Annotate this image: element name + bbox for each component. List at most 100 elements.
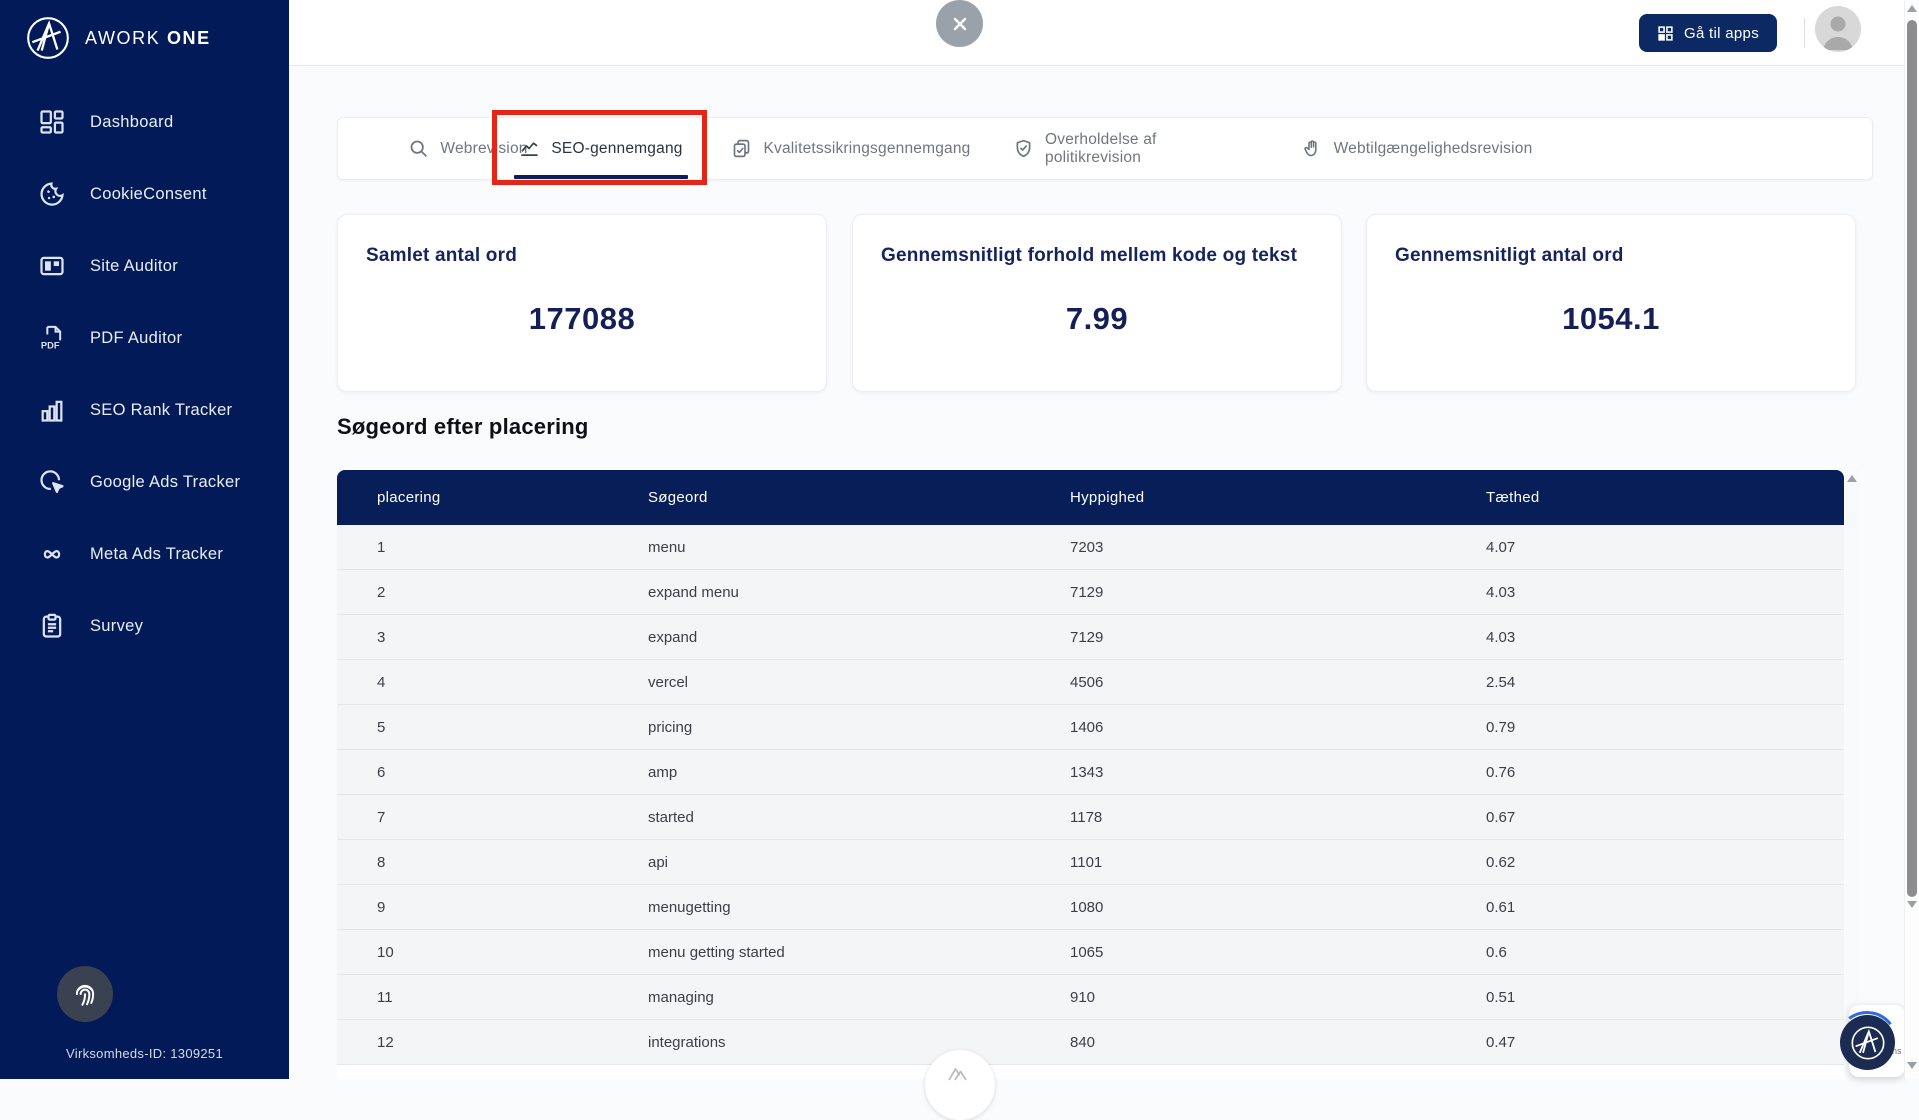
table-row[interactable]: 9 menugetting 1080 0.61 <box>337 885 1844 930</box>
go-to-apps-button[interactable]: Gå til apps <box>1639 14 1777 52</box>
cell-placering: 7 <box>377 809 648 826</box>
awork-circle-logo-icon <box>24 14 72 62</box>
cell-sogeord: menu <box>648 539 1070 556</box>
table-row[interactable]: 10 menu getting started 1065 0.6 <box>337 930 1844 975</box>
bar-chart-icon <box>38 396 66 424</box>
cell-taethed: 2.54 <box>1486 674 1844 691</box>
table-scrollbar[interactable] <box>1846 470 1859 1079</box>
table-row[interactable]: 3 expand 7129 4.03 <box>337 615 1844 660</box>
pdf-document-icon: PDF <box>38 324 66 352</box>
sidebar-item-label: Survey <box>90 617 143 636</box>
cell-placering: 9 <box>377 899 648 916</box>
sidebar-item-label: Google Ads Tracker <box>90 473 240 492</box>
tab-kvalitetssikringsgennemgang[interactable]: Kvalitetssikringsgennemgang <box>731 118 971 179</box>
scroll-up-arrow-icon[interactable] <box>1907 5 1917 12</box>
sidebar-item-label: CookieConsent <box>90 185 207 204</box>
scrollbar-thumb[interactable] <box>1907 20 1917 897</box>
line-chart-icon <box>519 138 540 159</box>
sidebar-item-label: Meta Ads Tracker <box>90 545 223 564</box>
company-id-label: Virksomheds-ID: 1309251 <box>0 1046 289 1061</box>
cell-taethed: 4.03 <box>1486 629 1844 646</box>
infinity-icon <box>38 540 66 568</box>
sidebar-item-cookieconsent[interactable]: CookieConsent <box>0 158 289 230</box>
stat-card-title: Samlet antal ord <box>338 215 826 267</box>
column-header-taethed: Tæthed <box>1486 489 1844 506</box>
sidebar-item-meta-ads-tracker[interactable]: Meta Ads Tracker <box>0 518 289 590</box>
floating-brand-button[interactable] <box>925 1050 995 1120</box>
cell-hyppighed: 1178 <box>1070 809 1486 826</box>
column-header-hyppighed: Hyppighed <box>1070 489 1486 506</box>
cell-hyppighed: 1065 <box>1070 944 1486 961</box>
close-button[interactable] <box>936 0 983 47</box>
cell-placering: 4 <box>377 674 648 691</box>
cell-sogeord: started <box>648 809 1070 826</box>
cell-hyppighed: 1406 <box>1070 719 1486 736</box>
stat-card-title: Gennemsnitligt forhold mellem kode og te… <box>853 215 1341 267</box>
cell-taethed: 0.79 <box>1486 719 1844 736</box>
table-header-row: placering Søgeord Hyppighed Tæthed <box>337 470 1844 525</box>
chat-widget-logo-button[interactable] <box>1840 1015 1895 1070</box>
sidebar-item-label: SEO Rank Tracker <box>90 401 232 420</box>
table-row[interactable]: 11 managing 910 0.51 <box>337 975 1844 1020</box>
cell-taethed: 0.51 <box>1486 989 1844 1006</box>
stat-card-gennemsnitligt-antal-ord: Gennemsnitligt antal ord 1054.1 <box>1366 214 1856 392</box>
table-row[interactable]: 5 pricing 1406 0.79 <box>337 705 1844 750</box>
clipboard-check-icon <box>731 138 752 159</box>
table-row[interactable]: 1 menu 7203 4.07 <box>337 525 1844 570</box>
user-avatar[interactable] <box>1815 6 1861 52</box>
scroll-down-arrow-icon[interactable] <box>1907 901 1917 908</box>
active-tab-underline <box>514 175 688 179</box>
keywords-table: placering Søgeord Hyppighed Tæthed 1 men… <box>337 470 1844 1079</box>
column-header-sogeord: Søgeord <box>648 489 1070 506</box>
hand-icon <box>1302 138 1323 159</box>
tab-webtilgaengelighedsrevision[interactable]: Webtilgængelighedsrevision <box>1298 118 1536 179</box>
cell-taethed: 0.6 <box>1486 944 1844 961</box>
cell-placering: 5 <box>377 719 648 736</box>
sidebar-item-pdf-auditor[interactable]: PDF PDF Auditor <box>0 302 289 374</box>
sidebar-item-dashboard[interactable]: Dashboard <box>0 86 289 158</box>
table-row[interactable]: 8 api 1101 0.62 <box>337 840 1844 885</box>
table-row[interactable]: 4 vercel 4506 2.54 <box>337 660 1844 705</box>
cell-hyppighed: 1101 <box>1070 854 1486 871</box>
topbar-divider <box>1804 18 1805 48</box>
awork-circle-logo-icon <box>1849 1024 1887 1062</box>
tab-seo-gennemgang[interactable]: SEO-gennemgang <box>506 118 696 179</box>
fingerprint-button[interactable] <box>57 966 113 1022</box>
cell-sogeord: managing <box>648 989 1070 1006</box>
cell-placering: 1 <box>377 539 648 556</box>
sidebar-item-seo-rank-tracker[interactable]: SEO Rank Tracker <box>0 374 289 446</box>
scroll-down-arrow-bottom-icon[interactable] <box>1907 1062 1917 1069</box>
cell-taethed: 0.47 <box>1486 1034 1844 1051</box>
tab-overholdelse-af-politikrevision[interactable]: Overholdelse af politikrevision <box>1013 118 1255 179</box>
tab-label: Kvalitetssikringsgennemgang <box>763 140 970 158</box>
table-row[interactable]: 7 started 1178 0.67 <box>337 795 1844 840</box>
stat-card-kode-tekst-forhold: Gennemsnitligt forhold mellem kode og te… <box>852 214 1342 392</box>
cell-sogeord: expand <box>648 629 1070 646</box>
stat-card-value: 1054.1 <box>1367 301 1855 337</box>
shield-check-icon <box>1013 138 1034 159</box>
section-title: Søgeord efter placering <box>337 414 589 440</box>
sidebar-item-site-auditor[interactable]: Site Auditor <box>0 230 289 302</box>
page-scrollbar[interactable] <box>1904 0 1919 1079</box>
tab-label: Overholdelse af politikrevision <box>1045 131 1255 167</box>
dashboard-grid-icon <box>38 108 66 136</box>
cell-sogeord: api <box>648 854 1070 871</box>
fingerprint-icon <box>70 979 100 1009</box>
svg-text:PDF: PDF <box>41 341 60 351</box>
table-row[interactable]: 12 integrations 840 0.47 <box>337 1020 1844 1065</box>
table-row[interactable]: 6 amp 1343 0.76 <box>337 750 1844 795</box>
cell-placering: 12 <box>377 1034 648 1051</box>
clipboard-icon <box>38 612 66 640</box>
cell-taethed: 0.76 <box>1486 764 1844 781</box>
cell-placering: 2 <box>377 584 648 601</box>
table-row[interactable]: 2 expand menu 7129 4.03 <box>337 570 1844 615</box>
sidebar-item-survey[interactable]: Survey <box>0 590 289 662</box>
table-scroll-up-arrow-icon[interactable] <box>1847 475 1857 482</box>
stat-card-samlet-antal-ord: Samlet antal ord 177088 <box>337 214 827 392</box>
cell-sogeord: menu getting started <box>648 944 1070 961</box>
sidebar-item-google-ads-tracker[interactable]: Google Ads Tracker <box>0 446 289 518</box>
cell-placering: 6 <box>377 764 648 781</box>
stat-card-value: 177088 <box>338 301 826 337</box>
cell-sogeord: integrations <box>648 1034 1070 1051</box>
cell-taethed: 4.07 <box>1486 539 1844 556</box>
